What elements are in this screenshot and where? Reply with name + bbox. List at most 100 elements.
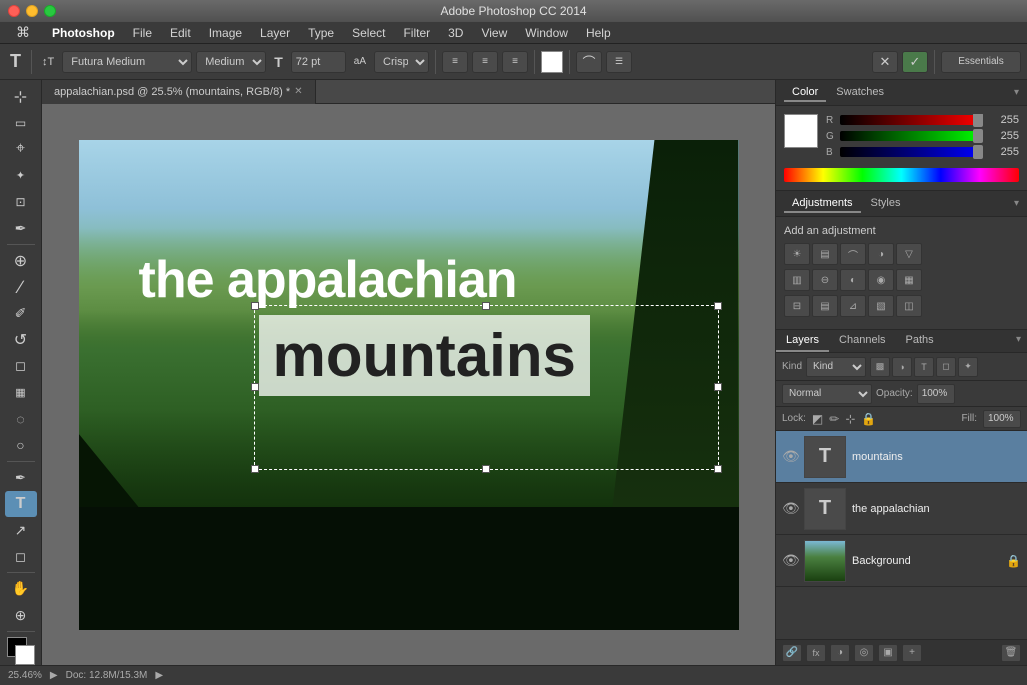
menu-select[interactable]: Select: [344, 24, 393, 42]
blend-mode-select[interactable]: Normal: [782, 384, 872, 404]
window-controls[interactable]: [8, 5, 56, 17]
threshold-adj[interactable]: ⊿: [840, 295, 866, 317]
pen-tool[interactable]: ✒: [5, 465, 37, 490]
sel-color-adj[interactable]: ◫: [896, 295, 922, 317]
antialiasing-select[interactable]: Crisp: [374, 51, 429, 73]
layer-name-background[interactable]: Background: [852, 555, 1000, 567]
lock-move-btn[interactable]: ⊹: [845, 412, 855, 426]
commit-type-button[interactable]: ✓: [902, 51, 928, 73]
channel-mix-adj[interactable]: ▦: [896, 269, 922, 291]
menu-help[interactable]: Help: [578, 24, 619, 42]
lock-all-btn[interactable]: 🔒: [861, 412, 876, 426]
close-button[interactable]: [8, 5, 20, 17]
tab-paths[interactable]: Paths: [896, 330, 944, 352]
align-right-button[interactable]: ≡: [502, 51, 528, 73]
tab-layers[interactable]: Layers: [776, 330, 829, 352]
text-mountains-container[interactable]: mountains: [259, 315, 590, 396]
text-mountains[interactable]: mountains: [273, 321, 576, 390]
blur-tool[interactable]: ◌: [5, 406, 37, 431]
tab-swatches[interactable]: Swatches: [828, 84, 892, 102]
text-appalachian[interactable]: the appalachian: [139, 250, 517, 310]
text-color-swatch[interactable]: [541, 51, 563, 73]
layer-vis-mountains[interactable]: 👁: [782, 448, 798, 465]
clone-stamp-tool[interactable]: ✐: [5, 301, 37, 326]
layer-vis-background[interactable]: 👁: [782, 552, 798, 569]
vibrance-adj[interactable]: ▽: [896, 243, 922, 265]
history-brush-tool[interactable]: ↺: [5, 327, 37, 352]
color-panel-collapse[interactable]: ▾: [1014, 87, 1019, 98]
font-family-select[interactable]: Futura Medium: [62, 51, 192, 73]
menu-layer[interactable]: Layer: [252, 24, 298, 42]
layers-panel-collapse[interactable]: ▾: [1010, 330, 1027, 352]
lock-paint-btn[interactable]: ✏: [829, 412, 839, 426]
type-tool[interactable]: T: [5, 491, 37, 516]
tab-color[interactable]: Color: [784, 84, 826, 102]
tab-styles[interactable]: Styles: [863, 195, 909, 213]
menu-image[interactable]: Image: [201, 24, 250, 42]
layer-row-mountains[interactable]: 👁 T mountains: [776, 431, 1027, 483]
adj-filter-btn[interactable]: ◑: [892, 357, 912, 377]
kind-select[interactable]: Kind: [806, 357, 866, 377]
levels-adj[interactable]: ▤: [812, 243, 838, 265]
delete-layer-btn[interactable]: 🗑: [1001, 644, 1021, 662]
r-value[interactable]: 255: [987, 114, 1019, 126]
curves-adj[interactable]: ⌒: [840, 243, 866, 265]
canvas-viewport[interactable]: the appalachian mountains: [42, 104, 775, 665]
menu-3d[interactable]: 3D: [440, 24, 471, 42]
maximize-button[interactable]: [44, 5, 56, 17]
menu-edit[interactable]: Edit: [162, 24, 199, 42]
red-slider[interactable]: [840, 116, 983, 124]
tab-channels[interactable]: Channels: [829, 330, 895, 352]
align-left-button[interactable]: ≡: [442, 51, 468, 73]
layer-name-mountains[interactable]: mountains: [852, 451, 1021, 463]
photo-filter-adj[interactable]: ◉: [868, 269, 894, 291]
document-tab[interactable]: appalachian.psd @ 25.5% (mountains, RGB/…: [42, 80, 316, 104]
apple-menu[interactable]: ⌘: [8, 22, 38, 43]
spot-heal-tool[interactable]: ⊕: [5, 248, 37, 273]
layer-row-appalachian[interactable]: 👁 T the appalachian: [776, 483, 1027, 535]
bw-adj[interactable]: ◐: [840, 269, 866, 291]
color-preview[interactable]: [784, 114, 818, 148]
color-balance-adj[interactable]: ⊖: [812, 269, 838, 291]
warp-text-button[interactable]: ⌒: [576, 51, 602, 73]
pixel-filter-btn[interactable]: ▩: [870, 357, 890, 377]
eraser-tool[interactable]: ◻: [5, 354, 37, 379]
layer-link-btn[interactable]: 🔗: [782, 644, 802, 662]
brush-tool[interactable]: ∕: [5, 274, 37, 299]
adj-panel-collapse[interactable]: ▾: [1014, 198, 1019, 209]
menu-window[interactable]: Window: [517, 24, 576, 42]
g-value[interactable]: 255: [987, 130, 1019, 142]
opacity-input[interactable]: 100%: [917, 384, 955, 404]
shape-tool[interactable]: ◻: [5, 544, 37, 569]
gradient-map-adj[interactable]: ▧: [868, 295, 894, 317]
dodge-tool[interactable]: ○: [5, 433, 37, 458]
minimize-button[interactable]: [26, 5, 38, 17]
background-color[interactable]: [15, 645, 35, 665]
zoom-tool[interactable]: ⊕: [5, 603, 37, 628]
fg-bg-colors[interactable]: [5, 637, 37, 659]
green-slider[interactable]: [840, 132, 983, 140]
exposure-adj[interactable]: ◑: [868, 243, 894, 265]
essentials-button[interactable]: Essentials: [941, 51, 1021, 73]
menu-view[interactable]: View: [473, 24, 515, 42]
eyedropper-tool[interactable]: ✒: [5, 216, 37, 241]
posterize-adj[interactable]: ▤: [812, 295, 838, 317]
move-tool[interactable]: ⊹: [5, 84, 37, 109]
crop-tool[interactable]: ⊡: [5, 190, 37, 215]
gradient-tool[interactable]: ▦: [5, 380, 37, 405]
menu-filter[interactable]: Filter: [395, 24, 438, 42]
layer-row-background[interactable]: 👁 Background 🔒: [776, 535, 1027, 587]
color-spectrum[interactable]: [784, 168, 1019, 182]
layer-mask-btn[interactable]: ◑: [830, 644, 850, 662]
layer-adj-btn[interactable]: ◎: [854, 644, 874, 662]
menu-file[interactable]: File: [125, 24, 160, 42]
lock-transparent-btn[interactable]: ◩: [812, 412, 823, 426]
layer-name-appalachian[interactable]: the appalachian: [852, 503, 1021, 515]
quick-select-tool[interactable]: ✦: [5, 163, 37, 188]
new-layer-btn[interactable]: +: [902, 644, 922, 662]
menu-type[interactable]: Type: [300, 24, 342, 42]
invert-adj[interactable]: ⊟: [784, 295, 810, 317]
marquee-tool[interactable]: ▭: [5, 110, 37, 135]
character-panel-button[interactable]: ☰: [606, 51, 632, 73]
menu-photoshop[interactable]: Photoshop: [44, 24, 123, 42]
